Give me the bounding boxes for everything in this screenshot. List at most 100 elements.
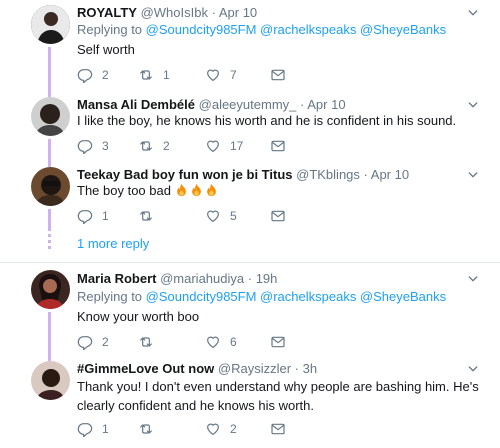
avatar[interactable] bbox=[31, 97, 70, 136]
message-icon bbox=[270, 208, 286, 224]
fire-emoji-icon bbox=[175, 183, 188, 197]
like-button[interactable]: 6 bbox=[205, 333, 237, 351]
replying-to-users[interactable]: @Soundcity985FM @rachelkspeaks @SheyeBan… bbox=[146, 22, 446, 37]
retweet-icon bbox=[138, 208, 154, 224]
tweet-actions: 3 2 17 bbox=[77, 137, 307, 155]
timestamp[interactable]: 19h bbox=[256, 271, 278, 286]
separator-dot: · bbox=[294, 361, 299, 376]
tweet-header: Maria Robert @mariahudiya · 19h bbox=[77, 271, 277, 287]
like-count: 2 bbox=[230, 422, 237, 436]
tweet-text-row: The boy too bad bbox=[77, 181, 477, 200]
retweet-icon bbox=[138, 334, 154, 350]
avatar[interactable] bbox=[31, 167, 70, 206]
tweet-teekay[interactable]: Teekay Bad boy fun won je bi Titus @TKbl… bbox=[0, 162, 500, 258]
like-button[interactable]: 5 bbox=[205, 207, 237, 225]
message-icon bbox=[270, 334, 286, 350]
separator-dot: · bbox=[300, 97, 305, 112]
avatar[interactable] bbox=[31, 5, 70, 44]
user-handle[interactable]: @aleeyutemmy_ bbox=[199, 97, 297, 112]
chevron-down-icon[interactable] bbox=[468, 170, 478, 180]
chevron-down-icon[interactable] bbox=[468, 274, 478, 284]
thread-line bbox=[48, 92, 51, 97]
avatar[interactable] bbox=[31, 270, 70, 309]
timestamp[interactable]: Apr 10 bbox=[219, 5, 257, 20]
retweet-button[interactable] bbox=[138, 207, 163, 225]
retweet-button[interactable] bbox=[138, 420, 163, 438]
user-handle[interactable]: @Raysizzler bbox=[218, 361, 291, 376]
tweet-mansa[interactable]: Mansa Ali Dembélé @aleeyutemmy_ · Apr 10… bbox=[0, 92, 500, 167]
reply-button[interactable]: 2 bbox=[77, 66, 109, 84]
tweet-header: #GimmeLove Out now @Raysizzler · 3h bbox=[77, 361, 317, 377]
message-button[interactable] bbox=[270, 420, 286, 438]
separator-dot: · bbox=[247, 271, 253, 286]
user-handle[interactable]: @mariahudiya bbox=[160, 271, 244, 286]
reply-button[interactable]: 3 bbox=[77, 137, 109, 155]
reply-icon bbox=[77, 208, 93, 224]
fire-emoji-icon bbox=[205, 183, 218, 197]
message-button[interactable] bbox=[270, 333, 286, 351]
more-replies-link[interactable]: 1 more reply bbox=[77, 236, 149, 251]
user-handle[interactable]: @WhoIsIbk bbox=[141, 5, 208, 20]
reply-count: 3 bbox=[102, 139, 109, 153]
retweet-icon bbox=[138, 67, 154, 83]
retweet-button[interactable]: 2 bbox=[138, 137, 170, 155]
reply-count: 2 bbox=[102, 335, 109, 349]
user-handle[interactable]: @TKblings bbox=[296, 167, 360, 182]
chevron-down-icon[interactable] bbox=[468, 364, 478, 374]
message-button[interactable] bbox=[270, 137, 286, 155]
chevron-down-icon[interactable] bbox=[468, 8, 478, 18]
reply-count: 2 bbox=[102, 68, 109, 82]
tweet-actions: 1 5 bbox=[77, 207, 307, 225]
retweet-button[interactable] bbox=[138, 333, 163, 351]
thread-dots bbox=[48, 234, 51, 252]
tweet-text: The boy too bad bbox=[77, 183, 171, 198]
reply-count: 1 bbox=[102, 209, 109, 223]
timestamp[interactable]: Apr 10 bbox=[371, 167, 409, 182]
like-count: 7 bbox=[230, 68, 237, 82]
tweet-actions: 2 1 7 bbox=[77, 66, 307, 84]
display-name[interactable]: Mansa Ali Dembélé bbox=[77, 97, 195, 112]
thread-line bbox=[48, 47, 51, 92]
tweet-text: Know your worth boo bbox=[77, 309, 200, 324]
tweet-text: Self worth bbox=[77, 42, 135, 57]
reply-count: 1 bbox=[102, 422, 109, 436]
reply-button[interactable]: 1 bbox=[77, 207, 109, 225]
message-button[interactable] bbox=[270, 207, 286, 225]
display-name[interactable]: ROYALTY bbox=[77, 5, 137, 20]
replying-to-label: Replying to bbox=[77, 22, 143, 37]
like-icon bbox=[205, 334, 221, 350]
tweet-text: I like the boy, he knows his worth and h… bbox=[77, 113, 457, 128]
reply-button[interactable]: 1 bbox=[77, 420, 109, 438]
avatar[interactable] bbox=[31, 361, 70, 400]
tweet-royalty[interactable]: ROYALTY @WhoIsIbk · Apr 10 Replying to @… bbox=[0, 0, 500, 92]
like-count: 6 bbox=[230, 335, 237, 349]
tweet-text: Thank you! I don't even understand why p… bbox=[77, 379, 479, 413]
separator-dot: · bbox=[363, 167, 368, 182]
tweet-raysizzler[interactable]: #GimmeLove Out now @Raysizzler · 3h Than… bbox=[0, 356, 500, 448]
retweet-icon bbox=[138, 421, 154, 437]
replying-to-users[interactable]: @Soundcity985FM @rachelkspeaks @SheyeBan… bbox=[146, 289, 446, 304]
like-count: 5 bbox=[230, 209, 237, 223]
like-button[interactable]: 2 bbox=[205, 420, 237, 438]
like-button[interactable]: 7 bbox=[205, 66, 237, 84]
display-name[interactable]: Teekay Bad boy fun won je bi Titus bbox=[77, 167, 293, 182]
like-button[interactable]: 17 bbox=[205, 137, 243, 155]
timestamp[interactable]: Apr 10 bbox=[307, 97, 345, 112]
message-icon bbox=[270, 67, 286, 83]
retweet-count: 1 bbox=[163, 68, 170, 82]
chevron-down-icon[interactable] bbox=[468, 100, 478, 110]
message-button[interactable] bbox=[270, 66, 286, 84]
fire-emoji-icon bbox=[190, 183, 203, 197]
reply-icon bbox=[77, 334, 93, 350]
display-name[interactable]: #GimmeLove Out now bbox=[77, 361, 214, 376]
timestamp[interactable]: 3h bbox=[303, 361, 317, 376]
retweet-button[interactable]: 1 bbox=[138, 66, 170, 84]
separator-dot: · bbox=[211, 5, 216, 20]
reply-icon bbox=[77, 421, 93, 437]
display-name[interactable]: Maria Robert bbox=[77, 271, 156, 286]
reply-button[interactable]: 2 bbox=[77, 333, 109, 351]
like-count: 17 bbox=[230, 139, 244, 153]
thread-line bbox=[48, 356, 51, 361]
message-icon bbox=[270, 138, 286, 154]
tweet-maria[interactable]: Maria Robert @mariahudiya · 19h Replying… bbox=[0, 263, 500, 357]
